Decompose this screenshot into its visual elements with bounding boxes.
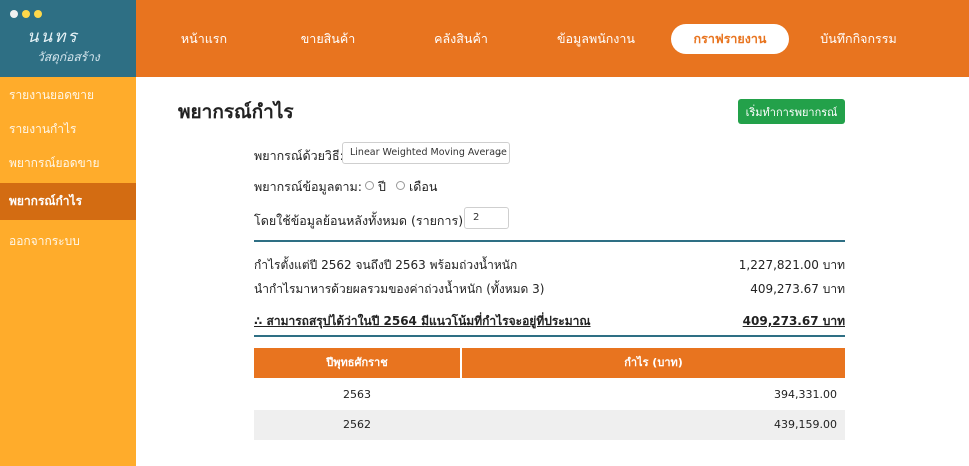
divider-bottom bbox=[254, 335, 845, 337]
header-profit: กำไร (บาท) bbox=[624, 356, 683, 369]
sidebar-item-sales-forecast[interactable]: พยากรณ์ยอดขาย bbox=[0, 145, 136, 182]
sidebar-item-sales-report[interactable]: รายงานยอดขาย bbox=[0, 77, 136, 114]
nav-home[interactable]: หน้าแรก bbox=[164, 24, 244, 54]
radio-year[interactable] bbox=[365, 181, 374, 190]
table-row: 2563 394,331.00 bbox=[254, 380, 845, 410]
table-header: ปีพุทธศักราช กำไร (บาท) bbox=[254, 348, 845, 378]
nav-sales[interactable]: ขายสินค้า bbox=[283, 24, 373, 54]
chevron-down-icon: ⌄ bbox=[495, 148, 503, 158]
method-select-value: Linear Weighted Moving Average bbox=[350, 147, 507, 158]
nav-activity-log[interactable]: บันทึกกิจกรรม bbox=[806, 24, 911, 54]
dot-icon bbox=[10, 10, 18, 18]
top-nav: หน้าแรก ขายสินค้า คลังสินค้า ข้อมูลพนักง… bbox=[136, 0, 969, 77]
start-forecast-button[interactable]: เริ่มทำการพยากรณ์ bbox=[738, 99, 845, 124]
lookback-input[interactable]: 2 bbox=[464, 207, 509, 229]
sidebar-item-profit-report[interactable]: รายงานกำไร bbox=[0, 111, 136, 148]
cell-year: 2563 bbox=[343, 388, 371, 401]
cell-profit: 394,331.00 bbox=[774, 388, 837, 401]
nav-reports[interactable]: กราฟรายงาน bbox=[671, 24, 789, 54]
nav-inventory[interactable]: คลังสินค้า bbox=[416, 24, 506, 54]
radio-year-label: ปี bbox=[378, 179, 386, 194]
cell-profit: 439,159.00 bbox=[774, 418, 837, 431]
sidebar-item-logout[interactable]: ออกจากระบบ bbox=[0, 223, 136, 260]
brand-subtitle: วัสดุก่อสร้าง bbox=[37, 50, 100, 64]
table-row: 2562 439,159.00 bbox=[254, 410, 845, 440]
divide-weights-label: นำกำไรมาหารด้วยผลรวมของค่าถ่วงน้ำหนัก (ท… bbox=[254, 282, 545, 296]
lookback-label: โดยใช้ข้อมูลย้อนหลังทั้งหมด (รายการ): bbox=[254, 213, 468, 228]
conclusion-value: 409,273.67 บาท bbox=[742, 314, 845, 328]
radio-month[interactable] bbox=[396, 181, 405, 190]
page-title: พยากรณ์กำไร bbox=[178, 101, 294, 123]
radio-month-label: เดือน bbox=[409, 179, 438, 194]
weighted-sum-value: 1,227,821.00 บาท bbox=[738, 258, 845, 272]
brand-logo: นนทร วัสดุก่อสร้าง bbox=[0, 0, 136, 77]
divide-weights-value: 409,273.67 บาท bbox=[750, 282, 845, 296]
divider-top bbox=[254, 240, 845, 242]
conclusion-label: ∴ สามารถสรุปได้ว่าในปี 2564 มีแนวโน้มที่… bbox=[254, 314, 591, 328]
brand-title: นนทร bbox=[27, 27, 79, 47]
nav-employees[interactable]: ข้อมูลพนักงาน bbox=[541, 24, 651, 54]
sidebar-item-profit-forecast[interactable]: พยากรณ์กำไร bbox=[0, 183, 136, 220]
cell-year: 2562 bbox=[343, 418, 371, 431]
dot-icon bbox=[22, 10, 30, 18]
dot-icon bbox=[34, 10, 42, 18]
method-select[interactable]: Linear Weighted Moving Average ⌄ bbox=[342, 142, 510, 164]
weighted-sum-label: กำไรตั้งแต่ปี 2562 จนถึงปี 2563 พร้อมถ่ว… bbox=[254, 258, 518, 272]
window-dots bbox=[10, 10, 42, 18]
method-label: พยากรณ์ด้วยวิธี: bbox=[254, 148, 344, 163]
sidebar: รายงานยอดขาย รายงานกำไร พยากรณ์ยอดขาย พย… bbox=[0, 77, 136, 466]
basis-label: พยากรณ์ข้อมูลตาม: bbox=[254, 179, 363, 194]
header-year: ปีพุทธศักราช bbox=[326, 356, 388, 369]
